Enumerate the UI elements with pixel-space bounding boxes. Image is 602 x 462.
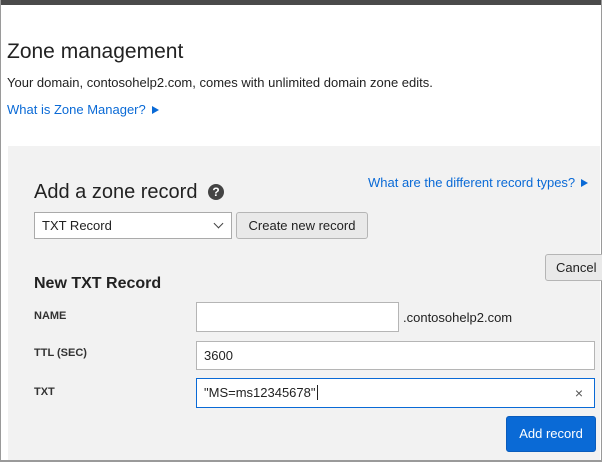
record-types-link[interactable]: What are the different record types? <box>368 175 589 190</box>
domain-suffix: .contosohelp2.com <box>403 310 513 325</box>
triangle-right-icon <box>151 105 159 114</box>
help-icon[interactable]: ? <box>208 184 224 200</box>
txt-input[interactable]: "MS=ms12345678" × <box>196 378 595 408</box>
record-type-select[interactable]: TXT Record <box>34 212 232 239</box>
window-frame-left <box>0 0 1 462</box>
name-label: NAME <box>34 310 67 322</box>
txt-input-value: "MS=ms12345678" <box>204 385 316 400</box>
window-top-bar <box>0 0 602 5</box>
ttl-input[interactable]: 3600 <box>196 341 595 370</box>
record-type-selected-value: TXT Record <box>42 218 112 233</box>
add-record-button[interactable]: Add record <box>506 416 596 452</box>
what-is-zone-manager-label: What is Zone Manager? <box>7 102 146 117</box>
add-zone-record-title: Add a zone record <box>34 181 198 203</box>
chevron-down-icon <box>213 218 224 229</box>
what-is-zone-manager-link[interactable]: What is Zone Manager? <box>7 102 159 117</box>
close-icon[interactable]: × <box>575 379 583 407</box>
cancel-button[interactable]: Cancel <box>545 254 602 281</box>
ttl-label: TTL (SEC) <box>34 347 87 359</box>
page-description: Your domain, contosohelp2.com, comes wit… <box>7 75 433 90</box>
text-caret <box>316 385 318 401</box>
name-input[interactable] <box>196 302 399 332</box>
form-section-title: New TXT Record <box>34 275 162 292</box>
record-types-label: What are the different record types? <box>368 175 576 190</box>
page-title: Zone management <box>7 40 184 63</box>
txt-label: TXT <box>34 386 55 398</box>
triangle-right-icon <box>581 178 589 187</box>
create-new-record-button[interactable]: Create new record <box>236 212 368 239</box>
